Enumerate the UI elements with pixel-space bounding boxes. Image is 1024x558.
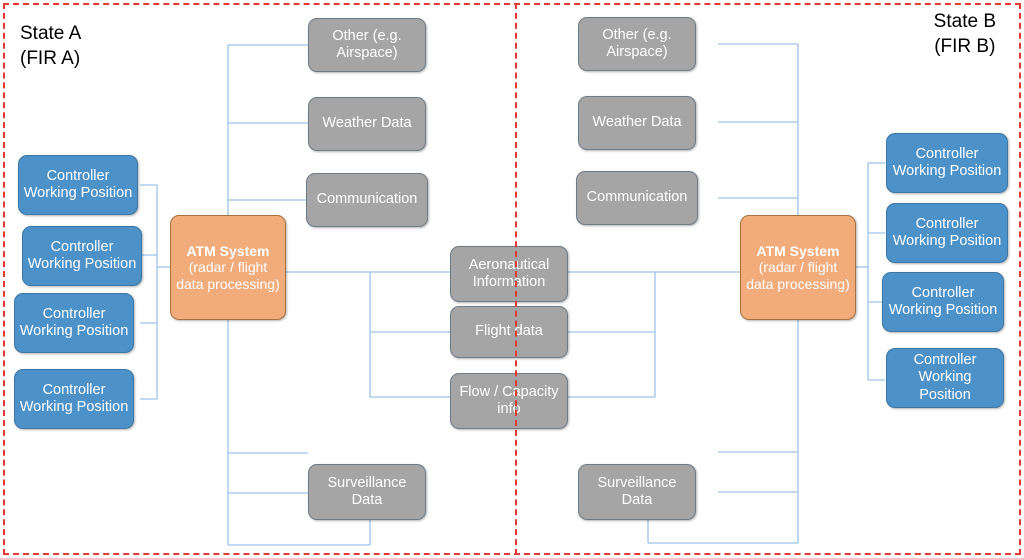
state-a-label: State A (FIR A) — [20, 22, 81, 71]
surveillance-data-b[interactable]: Surveillance Data — [578, 464, 696, 520]
surveillance-data-a[interactable]: Surveillance Data — [308, 464, 426, 520]
cwp-a-1[interactable]: Controller Working Position — [18, 155, 138, 215]
atm-system-a-line2: data — [176, 275, 204, 292]
cwp-a-1-line2: Working — [23, 185, 77, 201]
cwp-b-2-line1: Controller — [915, 215, 979, 232]
cwp-b-1-line3: Position — [949, 163, 1002, 179]
state-a-line1: State A — [20, 23, 82, 44]
cwp-b-4-line1: Controller — [913, 352, 977, 369]
surveillance-data-a-line1: Surveillance — [327, 474, 407, 491]
shared-aeronautical-information[interactable]: Aeronautical Information — [450, 246, 568, 302]
service-b-communication-line1: Communication — [586, 189, 688, 206]
cwp-b-4-line2: Working — [918, 369, 972, 386]
service-a-communication-line1: Communication — [316, 191, 418, 208]
cwp-b-2[interactable]: Controller Working Position — [886, 203, 1008, 263]
cwp-b-3[interactable]: Controller Working Position — [882, 272, 1004, 332]
cwp-a-4[interactable]: Controller Working Position — [14, 369, 134, 429]
service-a-weather[interactable]: Weather Data — [308, 97, 426, 151]
service-a-communication[interactable]: Communication — [306, 173, 428, 227]
cwp-b-4[interactable]: Controller Working Position — [886, 348, 1004, 408]
atm-system-b-line1: (radar / flight — [758, 259, 838, 276]
cwp-a-1-line3: Position — [80, 185, 133, 201]
cwp-a-3[interactable]: Controller Working Position — [14, 293, 134, 353]
cwp-a-4-line3: Position — [76, 399, 129, 415]
state-b-line1: State B — [933, 11, 996, 32]
service-b-communication[interactable]: Communication — [576, 171, 698, 225]
shared-flight-data-line1: Flight data — [475, 323, 543, 340]
surveillance-data-a-line2: Data — [351, 492, 383, 508]
atm-system-a[interactable]: ATM System (radar / flight data processi… — [170, 215, 286, 320]
state-a-line2: (FIR A) — [20, 47, 81, 69]
cwp-a-3-line1: Controller — [42, 305, 106, 322]
state-b-label: State B (FIR B) — [934, 10, 996, 59]
atm-system-b-line3: processing) — [777, 275, 850, 292]
shared-flow-line2: info — [497, 401, 521, 417]
cwp-a-3-line3: Position — [76, 323, 129, 339]
service-a-other-line1: Other — [332, 27, 369, 44]
cwp-b-4-line3: Position — [919, 386, 971, 403]
atm-system-b[interactable]: ATM System (radar / flight data processi… — [740, 215, 856, 320]
diagram-canvas: State A (FIR A) State B (FIR B) Controll… — [0, 0, 1024, 558]
cwp-a-4-line1: Controller — [42, 381, 106, 398]
service-b-other[interactable]: Other (e.g. Airspace) — [578, 17, 696, 71]
service-a-other[interactable]: Other (e.g. Airspace) — [308, 18, 426, 72]
cwp-a-1-line1: Controller — [46, 167, 110, 184]
surveillance-data-b-line1: Surveillance — [597, 474, 677, 491]
cwp-a-4-line2: Working — [19, 399, 73, 415]
cwp-b-1[interactable]: Controller Working Position — [886, 133, 1008, 193]
cwp-a-2[interactable]: Controller Working Position — [22, 226, 142, 286]
shared-flight-data[interactable]: Flight data — [450, 306, 568, 358]
cwp-b-3-line2: Working — [888, 302, 942, 318]
shared-aero-line2: Information — [472, 274, 546, 290]
service-b-weather-line1: Weather Data — [592, 114, 682, 131]
service-b-other-line1: Other — [602, 26, 639, 43]
surveillance-data-b-line2: Data — [621, 492, 653, 508]
cwp-b-1-line2: Working — [892, 163, 946, 179]
atm-system-a-line3: processing) — [207, 275, 280, 292]
state-b-line2: (FIR B) — [934, 35, 996, 57]
cwp-b-2-line2: Working — [892, 233, 946, 249]
shared-flow-capacity-info[interactable]: Flow / Capacity info — [450, 373, 568, 429]
cwp-b-1-line1: Controller — [915, 145, 979, 162]
cwp-b-2-line3: Position — [949, 233, 1002, 249]
cwp-a-3-line2: Working — [19, 323, 73, 339]
shared-aero-line1: Aeronautical — [468, 256, 550, 273]
atm-system-b-title: ATM System — [756, 242, 840, 259]
cwp-a-2-line2: Working — [27, 256, 81, 272]
service-b-weather[interactable]: Weather Data — [578, 96, 696, 150]
atm-system-a-line1: (radar / flight — [188, 259, 268, 276]
shared-flow-line1: Flow / Capacity — [459, 383, 559, 400]
atm-system-a-title: ATM System — [186, 242, 270, 259]
cwp-a-2-line1: Controller — [50, 238, 114, 255]
cwp-b-3-line3: Position — [945, 302, 998, 318]
atm-system-b-line2: data — [746, 275, 774, 292]
cwp-a-2-line3: Position — [84, 256, 137, 272]
service-a-weather-line1: Weather Data — [322, 115, 412, 132]
cwp-b-3-line1: Controller — [911, 284, 975, 301]
